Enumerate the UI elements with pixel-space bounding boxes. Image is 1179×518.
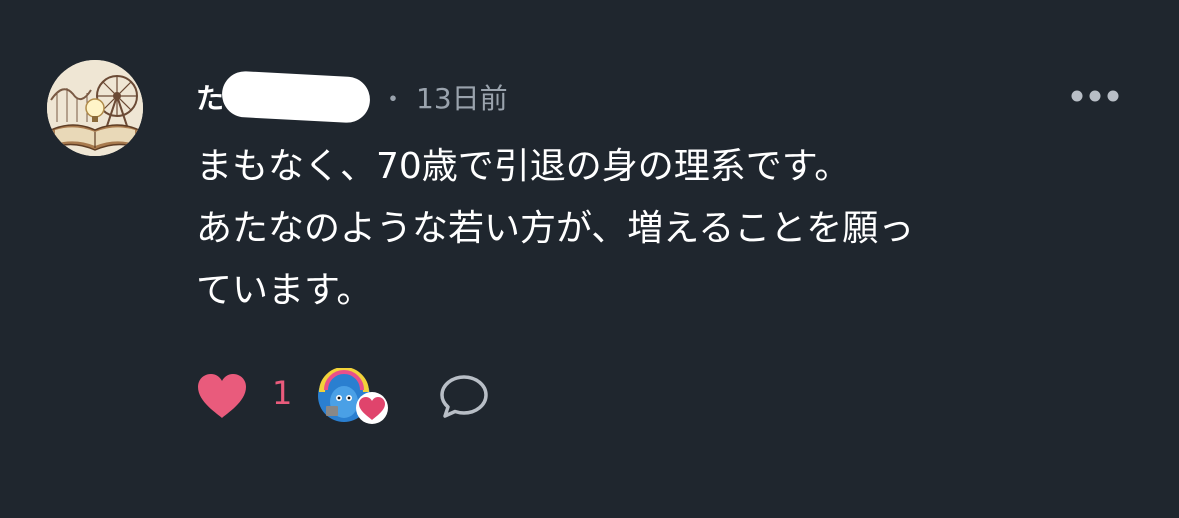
like-count: 1 [272,374,293,412]
comment-line: あたなのような若い方が、増えることを願っ [196,208,915,249]
reply-button[interactable] [438,372,490,420]
comment-line: まもなく、70歳で引退の身の理系です。 [196,146,851,187]
comment-body: まもなく、70歳で引退の身の理系です。 あたなのような若い方が、増えることを願っ… [196,136,1096,322]
author-name[interactable]: た [196,77,224,117]
comment-line: ています。 [196,270,373,311]
timestamp: 13日前 [416,82,508,115]
more-horizontal-icon [1071,90,1119,102]
heart-icon [198,374,246,418]
liked-by-avatar[interactable] [316,367,390,426]
more-options-button[interactable] [1066,84,1124,108]
author-avatar[interactable] [47,60,143,156]
separator-dot: ・ [380,84,407,115]
library-ferris-wheel-avatar-icon [47,60,143,156]
comment-bubble-icon [440,375,488,418]
like-button[interactable] [196,372,248,420]
comment-header: た ・ 13日前 [196,70,508,124]
redacted-name [220,70,372,124]
creator-heart-avatar-icon [318,367,388,424]
comment-card: た ・ 13日前 まもなく、70歳で引退の身の理系です。 あたなのような若い方が… [0,0,1179,518]
